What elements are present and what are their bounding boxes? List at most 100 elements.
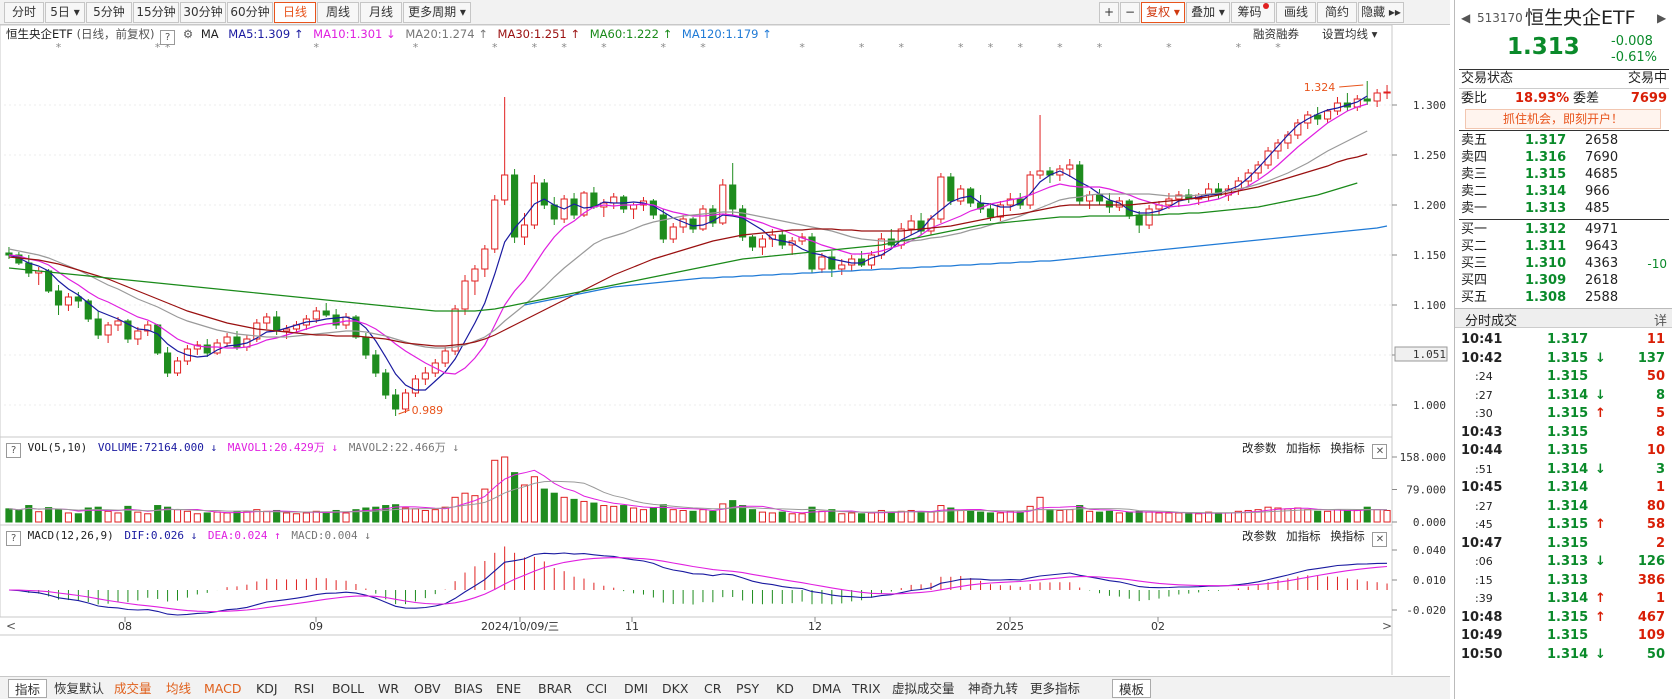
bid-row-4[interactable]: 买五 1.308 2588 — [1455, 289, 1672, 307]
vol-help-icon[interactable]: ? — [6, 443, 21, 458]
tool-4[interactable]: 筹码 — [1231, 2, 1275, 23]
tool-6[interactable]: 简约 — [1317, 2, 1357, 23]
indicator-10[interactable]: BIAS — [448, 679, 489, 698]
indicator-7[interactable]: BOLL — [326, 679, 370, 698]
set-ma-link[interactable]: 设置均线 ▾ — [1322, 27, 1377, 41]
indicator-23[interactable]: 更多指标 — [1024, 679, 1086, 698]
ma-label: MA — [200, 27, 219, 41]
vol-bar-75 — [748, 509, 757, 523]
ask-row-3[interactable]: 卖二 1.314 966 — [1455, 183, 1672, 201]
ask-volume: 2658 — [1585, 133, 1619, 148]
tool-1[interactable]: − — [1120, 2, 1140, 23]
indicator-16[interactable]: CR — [698, 679, 727, 698]
ask-row-1[interactable]: 卖四 1.316 7690 — [1455, 149, 1672, 167]
vol-modify-params[interactable]: 改参数 — [1242, 441, 1277, 455]
period-5[interactable]: 60分钟 — [227, 2, 273, 23]
indicator-0[interactable]: 指标 — [8, 679, 48, 698]
macd-help-icon[interactable]: ? — [6, 531, 21, 546]
trade-price: 1.314 — [1547, 461, 1589, 477]
indicator-22[interactable]: 神奇九转 — [962, 679, 1024, 698]
tool-3[interactable]: 叠加 ▾ — [1186, 2, 1230, 23]
indicator-11[interactable]: ENE — [490, 679, 527, 698]
macd-add-indicator[interactable]: 加指标 — [1286, 529, 1321, 543]
period-3[interactable]: 15分钟 — [133, 2, 179, 23]
tool-0[interactable]: + — [1099, 2, 1119, 23]
vol-bar-73 — [729, 500, 737, 523]
indicator-14[interactable]: DMI — [618, 679, 654, 698]
ask-volume: 485 — [1585, 201, 1610, 216]
vol-add-indicator[interactable]: 加指标 — [1286, 441, 1321, 455]
bid-row-2[interactable]: 买三 1.310 4363 -10 — [1455, 255, 1672, 273]
trade-direction-icon: ↑ — [1595, 591, 1606, 606]
vol-bar-113 — [1125, 511, 1133, 523]
indicator-24[interactable]: 模板 — [1112, 679, 1152, 698]
indicator-21[interactable]: 虚拟成交量 — [886, 679, 961, 698]
bid-row-3[interactable]: 买四 1.309 2618 — [1455, 272, 1672, 290]
help-icon[interactable]: ? — [160, 30, 176, 45]
kline-chart[interactable]: * * * * * * * * * * * * * * * * * * * * * *1.3001.2501.2001.1… — [0, 25, 1450, 675]
candle-body-75 — [748, 236, 757, 248]
period-9[interactable]: 更多周期 ▾ — [403, 2, 471, 23]
quote-header: ◀ 513170 恒生央企ETF ▶ — [1455, 6, 1672, 30]
period-2[interactable]: 5分钟 — [86, 2, 132, 23]
tool-2[interactable]: 复权 ▾ — [1141, 2, 1185, 23]
ask-row-2[interactable]: 卖三 1.315 4685 — [1455, 166, 1672, 184]
indicator-18[interactable]: KD — [770, 679, 800, 698]
trade-row-16: 10:49 1.315 109 — [1455, 627, 1672, 645]
event-star-18: * — [1097, 41, 1103, 54]
period-7[interactable]: 周线 — [317, 2, 359, 23]
indicator-19[interactable]: DMA — [806, 679, 847, 698]
macd-close-icon[interactable]: ✕ — [1372, 532, 1388, 547]
indicator-8[interactable]: WR — [372, 679, 405, 698]
period-1[interactable]: 5日 ▾ — [45, 2, 85, 23]
bid-row-1[interactable]: 买二 1.311 9643 — [1455, 238, 1672, 256]
macd-tick-1: 0.010 — [1413, 574, 1446, 587]
prev-security-icon[interactable]: ◀ — [1461, 6, 1470, 30]
vol-bar-67 — [669, 509, 677, 523]
settings-gear-icon[interactable]: ⚙ — [183, 27, 193, 41]
indicator-1[interactable]: 恢复默认 — [48, 679, 110, 698]
margin-trading-link[interactable]: 融资融券 — [1253, 27, 1299, 41]
tool-7[interactable]: 隐藏 ▸▸ — [1358, 2, 1404, 23]
vol-bar-11 — [114, 512, 122, 523]
vol-switch-indicator[interactable]: 换指标 — [1330, 441, 1365, 455]
open-account-promo[interactable]: 抓住机会，即刻开户！ — [1465, 109, 1661, 129]
macd-switch-indicator[interactable]: 换指标 — [1330, 529, 1365, 543]
trades-detail-button[interactable]: 详 — [1654, 310, 1667, 329]
dif-value: DIF:0.026 ↓ — [124, 529, 198, 542]
ask-label: 卖四 — [1461, 150, 1488, 165]
period-4[interactable]: 30分钟 — [180, 2, 226, 23]
candle-body-22 — [223, 336, 231, 344]
indicator-3[interactable]: 均线 — [160, 679, 197, 698]
macd-modify-params[interactable]: 改参数 — [1242, 529, 1277, 543]
indicator-12[interactable]: BRAR — [532, 679, 578, 698]
period-0[interactable]: 分时 — [4, 2, 44, 23]
trade-price: 1.315 — [1547, 424, 1589, 440]
period-6[interactable]: 日线 — [274, 2, 316, 23]
tool-5[interactable]: 画线 — [1276, 2, 1316, 23]
bid-row-0[interactable]: 买一 1.312 4971 — [1455, 221, 1672, 239]
indicator-17[interactable]: PSY — [730, 679, 765, 698]
ask-row-0[interactable]: 卖五 1.317 2658 — [1455, 132, 1672, 150]
next-security-icon[interactable]: ▶ — [1657, 6, 1666, 30]
period-8[interactable]: 月线 — [360, 2, 402, 23]
vol-close-icon[interactable]: ✕ — [1372, 444, 1388, 459]
candle-body-31 — [312, 310, 320, 320]
vol-bar-133 — [1323, 510, 1332, 523]
indicator-4[interactable]: MACD — [198, 679, 247, 698]
indicator-15[interactable]: DKX — [656, 679, 694, 698]
vol-bar-60 — [600, 505, 608, 523]
vol-bar-85 — [848, 512, 856, 523]
indicator-2[interactable]: 成交量 — [108, 679, 158, 698]
chart-area[interactable]: * * * * * * * * * * * * * * * * * * * * * * 1.300 1.250 1.200 1.1… — [0, 25, 1450, 699]
indicator-20[interactable]: TRIX — [846, 679, 887, 698]
ask-row-4[interactable]: 卖一 1.313 485 — [1455, 200, 1672, 218]
indicator-6[interactable]: RSI — [288, 679, 320, 698]
indicator-9[interactable]: OBV — [408, 679, 447, 698]
indicator-13[interactable]: CCI — [580, 679, 613, 698]
indicator-5[interactable]: KDJ — [250, 679, 284, 698]
vol-bar-51 — [511, 472, 519, 523]
candle-body-76 — [758, 238, 767, 248]
vol-bar-84 — [838, 513, 846, 523]
dea-value: DEA:0.024 ↑ — [207, 529, 281, 542]
